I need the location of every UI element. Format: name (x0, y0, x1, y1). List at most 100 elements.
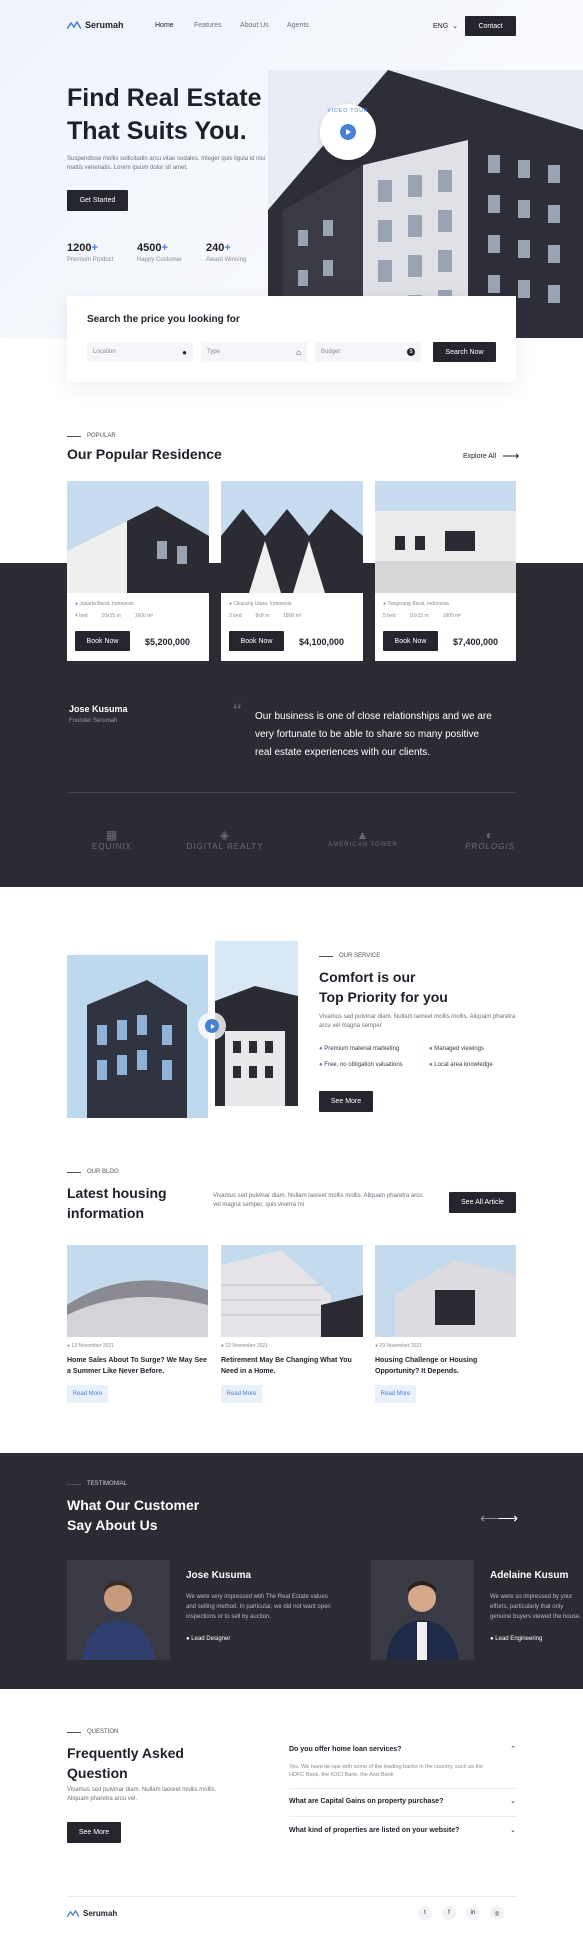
facebook-icon[interactable]: f (442, 1906, 456, 1920)
get-started-button[interactable]: Get Started (67, 190, 128, 211)
blog-date: ● 13 November 2021 (67, 1343, 114, 1349)
residence-card[interactable]: ● Tangerang Barat, Indonesia 5 bed 10x15… (375, 481, 516, 661)
stat-value: 1200 (67, 242, 92, 254)
chevron-down-icon: ⌄ (452, 23, 459, 30)
service-description: Vivamus sed pulvinar diam. Nullam laoree… (319, 1014, 516, 1029)
location-pin-icon: ● (182, 347, 187, 357)
faq-title-line2: Question (67, 1765, 128, 1781)
explore-all-link[interactable]: Explore All ⟶ (463, 449, 519, 463)
stat-award: 240+ Award Winning (206, 242, 266, 263)
read-more-button[interactable]: Read More (67, 1385, 108, 1403)
hero-stats: 1200+ Premium Product 4500+ Happy Custom… (67, 242, 266, 263)
service-play-button[interactable] (198, 1012, 226, 1040)
mountain-logo-icon (67, 21, 81, 29)
blog-post-title[interactable]: Retirement May Be Changing What You Need… (221, 1355, 363, 1377)
location-field[interactable]: Location ● (87, 342, 193, 362)
area-spec: 1600 m² (442, 613, 462, 619)
blog-post[interactable]: ● 13 November 2021 Home Sales About To S… (67, 1245, 208, 1403)
testimonial-text: We were so impressed by your efforts, pa… (490, 1594, 582, 1620)
nav-link-agents[interactable]: Agents (287, 22, 309, 29)
testimonial-text: We were very impressed with The Real Est… (186, 1594, 331, 1620)
testimonial-title-line2: Say About Us (67, 1517, 158, 1533)
type-field[interactable]: Type ⌂ (201, 342, 307, 362)
date-text: 29 November 2021 (379, 1343, 422, 1349)
quote-text: Our business is one of close relationshi… (255, 708, 535, 762)
residence-price: $4,100,000 (299, 637, 345, 647)
faq-see-more-button[interactable]: See More (67, 1822, 121, 1843)
read-more-button[interactable]: Read More (221, 1385, 262, 1403)
video-tour-label: VIDEO TOUR (327, 108, 369, 114)
type-placeholder: Type (207, 349, 221, 355)
location-placeholder: Location (93, 349, 116, 355)
book-now-button[interactable]: Book Now (75, 631, 130, 651)
role-text: Lead Engineering (495, 1636, 543, 1642)
residence-card[interactable]: ● Jakarta Barat, Indonesia 4 bed 10x15 m… (67, 481, 209, 661)
chevron-down-icon: ⌄ (510, 1798, 516, 1805)
service-features: ● Premium material marketing ● Managed v… (319, 1046, 519, 1068)
twitter-icon[interactable]: t (418, 1906, 432, 1920)
faq-item[interactable]: What kind of properties are listed on yo… (289, 1826, 516, 1835)
play-icon[interactable] (340, 124, 356, 140)
testimonial-title: What Our Customer Say About Us (67, 1495, 199, 1535)
blog-image (375, 1245, 516, 1337)
faq-title-line1: Frequently Asked (67, 1745, 184, 1761)
feature-label: Free, no obligation valuations (324, 1062, 403, 1068)
blog-post-title[interactable]: Home Sales About To Surge? We May See a … (67, 1355, 208, 1377)
nav-link-about[interactable]: About Us (240, 22, 287, 29)
book-now-button[interactable]: Book Now (229, 631, 284, 651)
hero-title: Find Real Estate That Suits You. (67, 82, 262, 148)
read-more-button[interactable]: Read More (375, 1385, 416, 1403)
partner-logo-equinix: ▦ EQUINIX (67, 828, 157, 851)
feature-label: Premium material marketing (324, 1046, 400, 1052)
play-icon (205, 1019, 219, 1033)
residence-address: ● Cikarang Utara, Indonesia (229, 601, 292, 607)
search-now-button[interactable]: Search Now (433, 342, 496, 362)
address-text: Cikarang Utara, Indonesia (233, 601, 292, 607)
see-all-article-button[interactable]: See All Article (449, 1192, 516, 1213)
stat-customer: 4500+ Happy Customer (137, 242, 206, 263)
brand-logo[interactable]: Serumah (67, 20, 124, 30)
testimonial-name: Adelaine Kusum (490, 1570, 569, 1581)
video-tour-badge[interactable]: VIDEO TOUR (320, 104, 376, 160)
residence-image (67, 481, 209, 593)
bed-spec: 4 bed (75, 613, 88, 619)
residence-card[interactable]: ● Cikarang Utara, Indonesia 3 bed 8x9 m … (221, 481, 363, 661)
blog-post[interactable]: ● 22 November 2021 Retirement May Be Cha… (221, 1245, 363, 1403)
mountain-logo-icon (67, 1910, 79, 1917)
partner-name: PROLOGIS (465, 842, 515, 851)
quote-line2: very fortunate to be able to share so ma… (255, 729, 480, 740)
service-title-line2: Top Priority for you (319, 989, 448, 1005)
stat-label: Award Winning (206, 257, 247, 263)
date-text: 13 November 2021 (71, 1343, 114, 1349)
nav-link-home[interactable]: Home (155, 22, 194, 29)
footer-brand-logo[interactable]: Serumah (67, 1909, 117, 1918)
nav-link-features[interactable]: Features (194, 22, 240, 29)
size-spec: 10x15 m (101, 613, 121, 619)
language-selector[interactable]: ENG ⌄ (433, 22, 459, 31)
size-spec: 10x15 m (409, 613, 429, 619)
blog-eyebrow-text: OUR BLOG (87, 1169, 119, 1175)
popular-title: Our Popular Residence (67, 446, 222, 462)
faq-question: Do you offer home loan services? (289, 1745, 402, 1753)
quote-line3: real estate experiences with our clients… (255, 747, 431, 758)
service-eyebrow: OUR SERVICE (319, 953, 380, 959)
blog-description: Vivamus sed pulvinar diam. Nullam laoree… (213, 1193, 423, 1208)
blog-post[interactable]: ● 29 November 2021 Housing Challenge or … (375, 1245, 516, 1403)
partner-logo-prologis: ◐ PROLOGIS (455, 828, 525, 851)
divider (289, 1816, 516, 1817)
next-arrow-icon[interactable]: ⟶ (498, 1510, 518, 1527)
faq-item[interactable]: Do you offer home loan services? ⌃ Yes. … (289, 1745, 516, 1779)
service-see-more-button[interactable]: See More (319, 1091, 373, 1112)
blog-image (67, 1245, 208, 1337)
linkedin-icon[interactable]: in (466, 1906, 480, 1920)
book-now-button[interactable]: Book Now (383, 631, 438, 651)
service-image-right (215, 941, 298, 1106)
budget-field[interactable]: Budget $ (315, 342, 421, 362)
blog-post-title[interactable]: Housing Challenge or Housing Opportunity… (375, 1355, 516, 1377)
feature-item: ● Managed viewings (429, 1046, 484, 1052)
budget-placeholder: Budget (321, 349, 341, 355)
instagram-icon[interactable]: ◎ (490, 1906, 504, 1920)
contact-button[interactable]: Contact (465, 16, 516, 36)
faq-item[interactable]: What are Capital Gains on property purch… (289, 1797, 516, 1806)
dollar-icon: $ (407, 348, 415, 356)
